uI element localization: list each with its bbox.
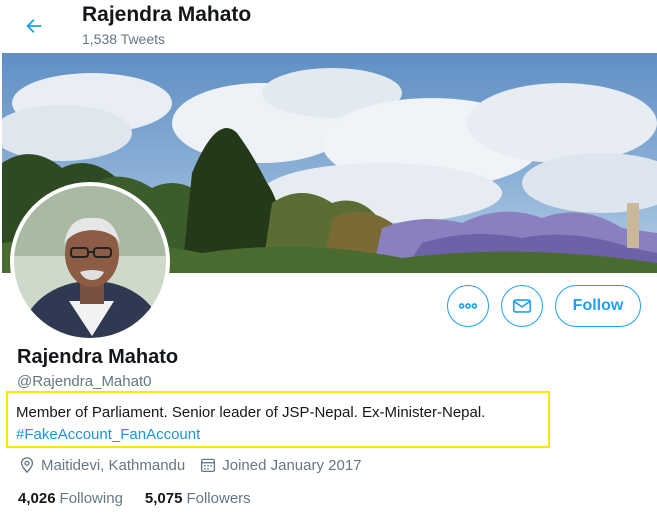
profile-name: Rajendra Mahato bbox=[17, 346, 179, 368]
message-button[interactable] bbox=[501, 285, 543, 327]
joined-text: Joined January 2017 bbox=[222, 456, 362, 474]
followers-count: 5,075 bbox=[144, 490, 183, 507]
location-text: Maitidevi, Kathmandu bbox=[41, 456, 186, 474]
tweet-count: 1,538 Tweets bbox=[82, 31, 166, 47]
following-count: 4,026 bbox=[18, 490, 56, 507]
more-button[interactable] bbox=[447, 285, 489, 327]
profile-bio: Member of Parliament. Senior leader of J… bbox=[16, 404, 486, 421]
profile-meta: Maitidevi, Kathmandu Joined January 2017 bbox=[18, 456, 376, 474]
arrow-left-icon bbox=[26, 18, 42, 34]
location-pin-icon bbox=[20, 457, 34, 474]
envelope-icon bbox=[512, 299, 532, 313]
followers-link[interactable]: 5,075 Followers bbox=[145, 490, 251, 507]
following-label: Following bbox=[59, 490, 123, 507]
calendar-icon bbox=[201, 458, 216, 473]
follow-stats: 4,026 Following 5,075 Followers bbox=[18, 490, 273, 507]
more-icon bbox=[458, 303, 478, 309]
joined-item: Joined January 2017 bbox=[199, 456, 362, 474]
back-button[interactable] bbox=[18, 10, 50, 42]
follow-button[interactable]: Follow bbox=[555, 285, 641, 327]
profile-handle: @Rajendra_Mahat0 bbox=[17, 373, 152, 390]
bio-hashtag-link[interactable]: #FakeAccount_FanAccount bbox=[16, 426, 200, 443]
header-name: Rajendra Mahato bbox=[82, 3, 252, 26]
location-item: Maitidevi, Kathmandu bbox=[18, 456, 185, 474]
followers-label: Followers bbox=[186, 490, 251, 507]
top-bar: Rajendra Mahato 1,538 Tweets bbox=[0, 0, 657, 52]
following-link[interactable]: 4,026 Following bbox=[18, 490, 123, 507]
profile-avatar[interactable] bbox=[14, 186, 166, 338]
